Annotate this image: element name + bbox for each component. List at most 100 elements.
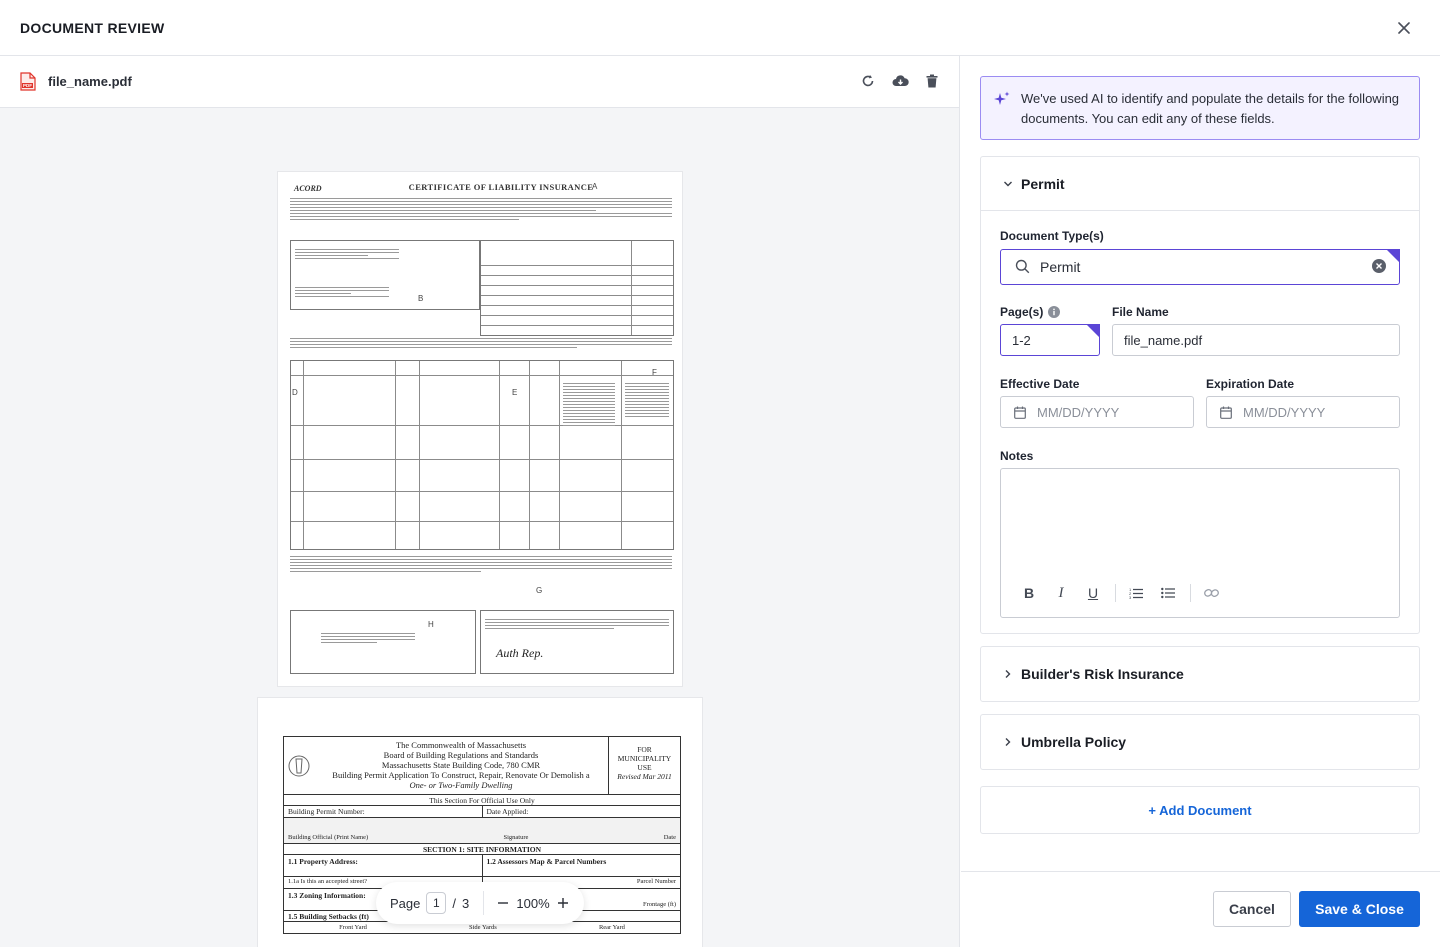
file-actions xyxy=(859,72,941,90)
cancel-button[interactable]: Cancel xyxy=(1213,891,1291,927)
builders-risk-card: Builder's Risk Insurance xyxy=(980,646,1420,702)
pages-value: 1-2 xyxy=(1012,332,1031,348)
section-letter: E xyxy=(512,388,518,397)
coverage-table xyxy=(290,360,674,550)
form-header-line: Board of Building Regulations and Standa… xyxy=(383,750,539,760)
calendar-icon xyxy=(1014,406,1027,419)
section-letter: A xyxy=(592,182,598,191)
revision-date: Revised Mar 2011 xyxy=(617,772,672,781)
chevron-down-icon xyxy=(1001,177,1015,191)
close-icon[interactable] xyxy=(1394,18,1414,38)
ai-banner-text: We've used AI to identify and populate t… xyxy=(1021,91,1400,126)
bold-icon[interactable]: B xyxy=(1019,583,1039,603)
page-label: Page xyxy=(390,895,421,911)
trash-icon[interactable] xyxy=(923,72,941,90)
builders-risk-title: Builder's Risk Insurance xyxy=(1021,666,1184,682)
page-number-input[interactable]: 1 xyxy=(426,892,447,914)
setback-col: Rear Yard xyxy=(598,924,625,931)
section-letter: B xyxy=(418,294,424,303)
disclaimer-text xyxy=(290,196,672,222)
info-icon[interactable] xyxy=(1048,306,1061,318)
italic-icon[interactable]: I xyxy=(1051,583,1071,603)
total-pages: 3 xyxy=(461,895,470,911)
underline-icon[interactable]: U xyxy=(1083,583,1103,603)
ordered-list-icon[interactable]: 123 xyxy=(1126,583,1146,603)
effective-date-placeholder: MM/DD/YYYY xyxy=(1037,404,1120,420)
permit-card: Permit Document Type(s) Permit Page(s) 1… xyxy=(980,156,1420,634)
umbrella-policy-title: Umbrella Policy xyxy=(1021,734,1127,750)
section-letter: D xyxy=(292,388,298,397)
svg-text:3: 3 xyxy=(1129,595,1132,599)
svg-text:PDF: PDF xyxy=(23,83,32,88)
file-bar: PDF file_name.pdf xyxy=(0,56,959,108)
zoom-level: 100% xyxy=(516,895,550,911)
umbrella-policy-card-header[interactable]: Umbrella Policy xyxy=(981,715,1419,769)
pages-label-text: Page(s) xyxy=(1000,305,1044,319)
expiration-date-placeholder: MM/DD/YYYY xyxy=(1243,404,1326,420)
modal-title: DOCUMENT REVIEW xyxy=(20,19,165,36)
refresh-icon[interactable] xyxy=(859,72,877,90)
permit-card-header[interactable]: Permit xyxy=(981,157,1419,211)
producer-box xyxy=(290,240,480,310)
permit-card-title: Permit xyxy=(1021,175,1065,192)
setback-col: Side Yards xyxy=(469,924,497,931)
modal-header: DOCUMENT REVIEW xyxy=(0,0,1440,56)
description-text xyxy=(290,554,672,574)
pages-label: Page(s) xyxy=(1000,305,1061,319)
cloud-download-icon[interactable] xyxy=(891,72,909,90)
zoom-in-icon[interactable] xyxy=(556,895,570,911)
document-type-value: Permit xyxy=(1040,259,1081,275)
form-header-line: The Commonwealth of Massachusetts xyxy=(395,740,527,750)
municipality-line: FOR xyxy=(637,745,652,754)
certificate-title: CERTIFICATE OF LIABILITY INSURANCE xyxy=(408,182,594,192)
ai-populated-marker xyxy=(1086,324,1100,338)
link-icon[interactable] xyxy=(1201,583,1221,603)
signature-image: Auth Rep. xyxy=(496,646,544,660)
municipality-line: MUNICIPALITY xyxy=(617,754,672,763)
ai-populated-marker xyxy=(1386,249,1400,263)
file-name-input[interactable]: file_name.pdf xyxy=(1112,324,1400,356)
pdf-file-icon: PDF xyxy=(18,72,38,92)
pager-divider xyxy=(483,891,485,915)
page-separator: / xyxy=(452,895,456,911)
search-icon xyxy=(1015,259,1031,275)
document-type-field[interactable]: Permit xyxy=(1000,249,1400,285)
toolbar-divider xyxy=(1115,584,1116,602)
assessors-map-label: 1.2 Assessors Map & Parcel Numbers xyxy=(481,855,681,876)
ai-banner: We've used AI to identify and populate t… xyxy=(980,76,1420,140)
expiration-date-label: Expiration Date xyxy=(1206,377,1295,391)
chevron-right-icon xyxy=(1001,667,1015,681)
document-viewer: PDF file_name.pdf ACORD CERTIFICATE OF L… xyxy=(0,56,960,947)
rich-text-toolbar: B I U 123 xyxy=(1019,583,1233,603)
effective-date-input[interactable]: MM/DD/YYYY xyxy=(1000,396,1194,428)
insurers-box xyxy=(480,240,674,336)
umbrella-policy-card: Umbrella Policy xyxy=(980,714,1420,770)
official-label: Date xyxy=(663,834,676,841)
toolbar-divider xyxy=(1190,584,1191,602)
permit-number-label: Building Permit Number: xyxy=(288,807,365,816)
section-letter: H xyxy=(428,620,434,629)
page-navigator: Page 1 / 3 100% xyxy=(376,882,584,924)
add-document-button[interactable]: + Add Document xyxy=(980,786,1420,834)
effective-date-label: Effective Date xyxy=(1000,377,1080,391)
official-label: Building Official (Print Name) xyxy=(288,834,369,841)
zoom-out-icon[interactable] xyxy=(496,895,510,911)
expiration-date-input[interactable]: MM/DD/YYYY xyxy=(1206,396,1400,428)
property-address-label: 1.1 Property Address: xyxy=(288,857,358,866)
notes-editor[interactable]: B I U 123 xyxy=(1000,468,1400,618)
municipality-line: USE xyxy=(637,763,652,772)
date-applied-label: Date Applied: xyxy=(481,806,681,817)
builders-risk-card-header[interactable]: Builder's Risk Insurance xyxy=(981,647,1419,701)
cancellation-box xyxy=(480,610,674,674)
section-1-heading: SECTION 1: SITE INFORMATION xyxy=(284,844,680,855)
notes-label: Notes xyxy=(1000,449,1034,463)
bullet-list-icon[interactable] xyxy=(1158,583,1178,603)
pages-input[interactable]: 1-2 xyxy=(1000,324,1100,356)
form-header-line: One- or Two-Family Dwelling xyxy=(409,780,513,790)
file-name-label: File Name xyxy=(1112,305,1169,319)
panel-footer: Cancel Save & Close xyxy=(961,871,1440,947)
certificate-holder-box xyxy=(290,610,476,674)
sparkle-icon xyxy=(994,91,1010,107)
clear-icon[interactable] xyxy=(1372,259,1386,273)
save-close-button[interactable]: Save & Close xyxy=(1299,891,1420,927)
